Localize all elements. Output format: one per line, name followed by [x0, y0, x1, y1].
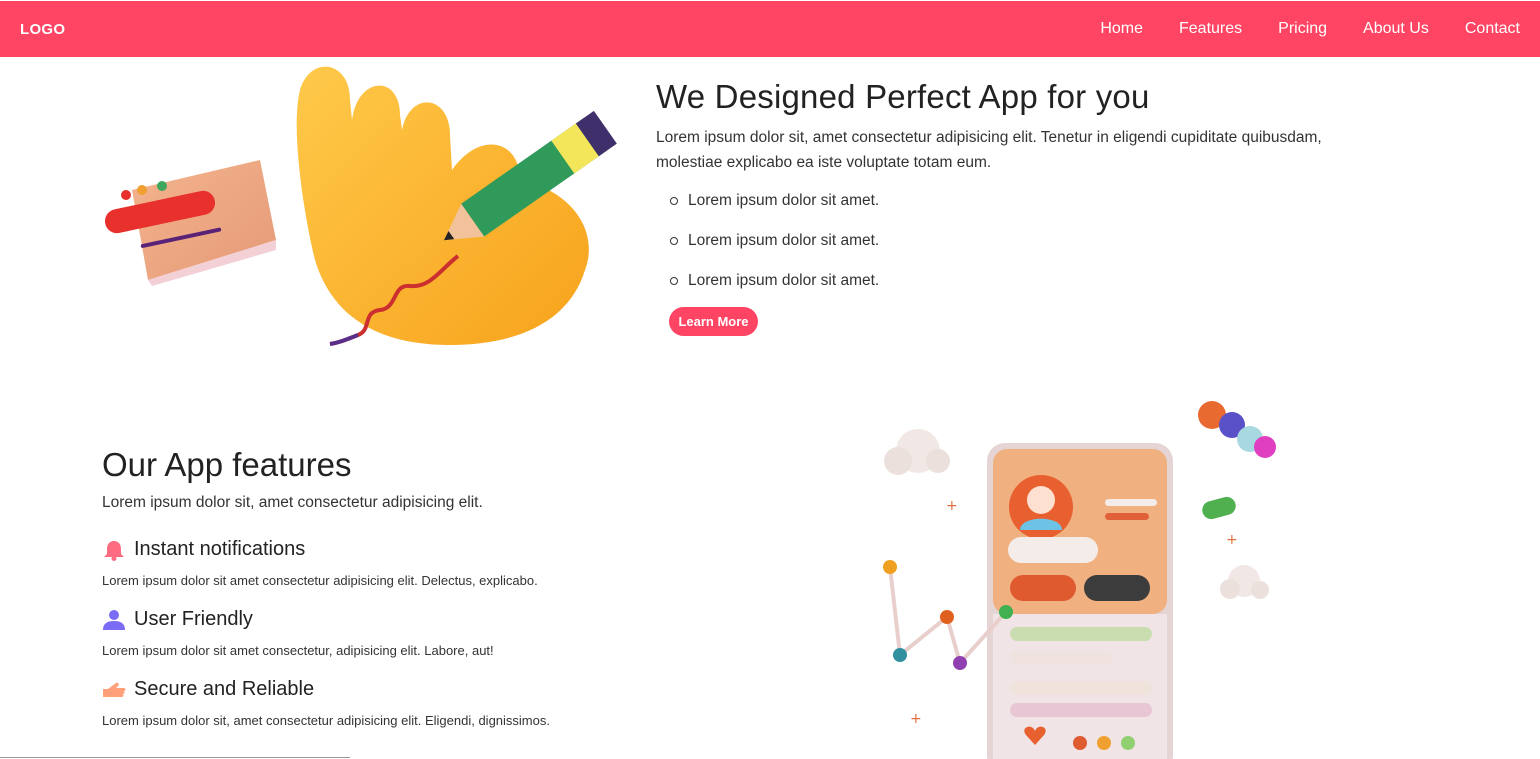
svg-text:+: + [946, 498, 958, 514]
features-section: Our App features Lorem ipsum dolor sit, … [102, 446, 702, 728]
cloud-shape [1220, 565, 1269, 599]
nav-link-pricing[interactable]: Pricing [1278, 20, 1327, 38]
hand-pencil-illustration [104, 66, 617, 346]
navbar: LOGO Home Features Pricing About Us Cont… [0, 1, 1540, 57]
bell-icon [104, 540, 124, 561]
feature-description: Lorem ipsum dolor sit amet consectetur, … [102, 643, 494, 658]
features-description: Lorem ipsum dolor sit, amet consectetur … [102, 494, 483, 511]
feature-description: Lorem ipsum dolor sit amet consectetur a… [102, 573, 538, 588]
list-item-text: Lorem ipsum dolor sit amet. [688, 232, 880, 249]
feature-header: Secure and Reliable [102, 678, 702, 701]
list-item-text: Lorem ipsum dolor sit amet. [688, 192, 880, 209]
nav-link-features[interactable]: Features [1179, 20, 1242, 38]
feature-header: User Friendly [102, 608, 702, 631]
nav-link-home[interactable]: Home [1100, 20, 1143, 38]
nav-link-contact[interactable]: Contact [1465, 20, 1520, 38]
list-item: Lorem ipsum dolor sit amet. [670, 192, 1376, 232]
feature-item: User Friendly Lorem ipsum dolor sit amet… [102, 608, 702, 658]
svg-text:+: + [910, 711, 922, 727]
feature-item: Instant notifications Lorem ipsum dolor … [102, 538, 702, 588]
feature-item: Secure and Reliable Lorem ipsum dolor si… [102, 678, 702, 728]
feature-title: Secure and Reliable [134, 678, 315, 700]
bullet-icon [670, 277, 678, 285]
toggle-shape [1202, 496, 1236, 520]
phone-app-illustration: + + + [883, 401, 1276, 759]
svg-text:+: + [1226, 532, 1238, 548]
nav-links: Home Features Pricing About Us Contact [1064, 20, 1520, 38]
features-title: Our App features [102, 446, 352, 483]
list-item: Lorem ipsum dolor sit amet. [670, 272, 1376, 312]
card-shape [104, 160, 276, 286]
abstract-shape [1198, 401, 1276, 458]
nav-link-about-us[interactable]: About Us [1363, 20, 1429, 38]
logo[interactable]: LOGO [20, 21, 65, 38]
learn-more-button[interactable]: Learn More [669, 307, 758, 336]
hero-list: Lorem ipsum dolor sit amet. Lorem ipsum … [656, 192, 1376, 312]
user-icon [103, 609, 125, 630]
feature-header: Instant notifications [102, 538, 702, 561]
hero-title: We Designed Perfect App for you [656, 78, 1150, 115]
bullet-icon [670, 237, 678, 245]
bullet-icon [670, 197, 678, 205]
list-item: Lorem ipsum dolor sit amet. [670, 232, 1376, 272]
hand-shape [296, 66, 589, 346]
feature-description: Lorem ipsum dolor sit, amet consectetur … [102, 713, 550, 728]
hero-description: Lorem ipsum dolor sit, amet consectetur … [656, 129, 1322, 171]
hero-content: We Designed Perfect App for you Lorem ip… [656, 78, 1376, 312]
feature-title: User Friendly [134, 608, 253, 630]
list-item-text: Lorem ipsum dolor sit amet. [688, 272, 880, 289]
hand-icon [103, 682, 126, 697]
divider [0, 757, 350, 758]
cloud-shape [884, 429, 950, 475]
feature-title: Instant notifications [134, 538, 306, 560]
